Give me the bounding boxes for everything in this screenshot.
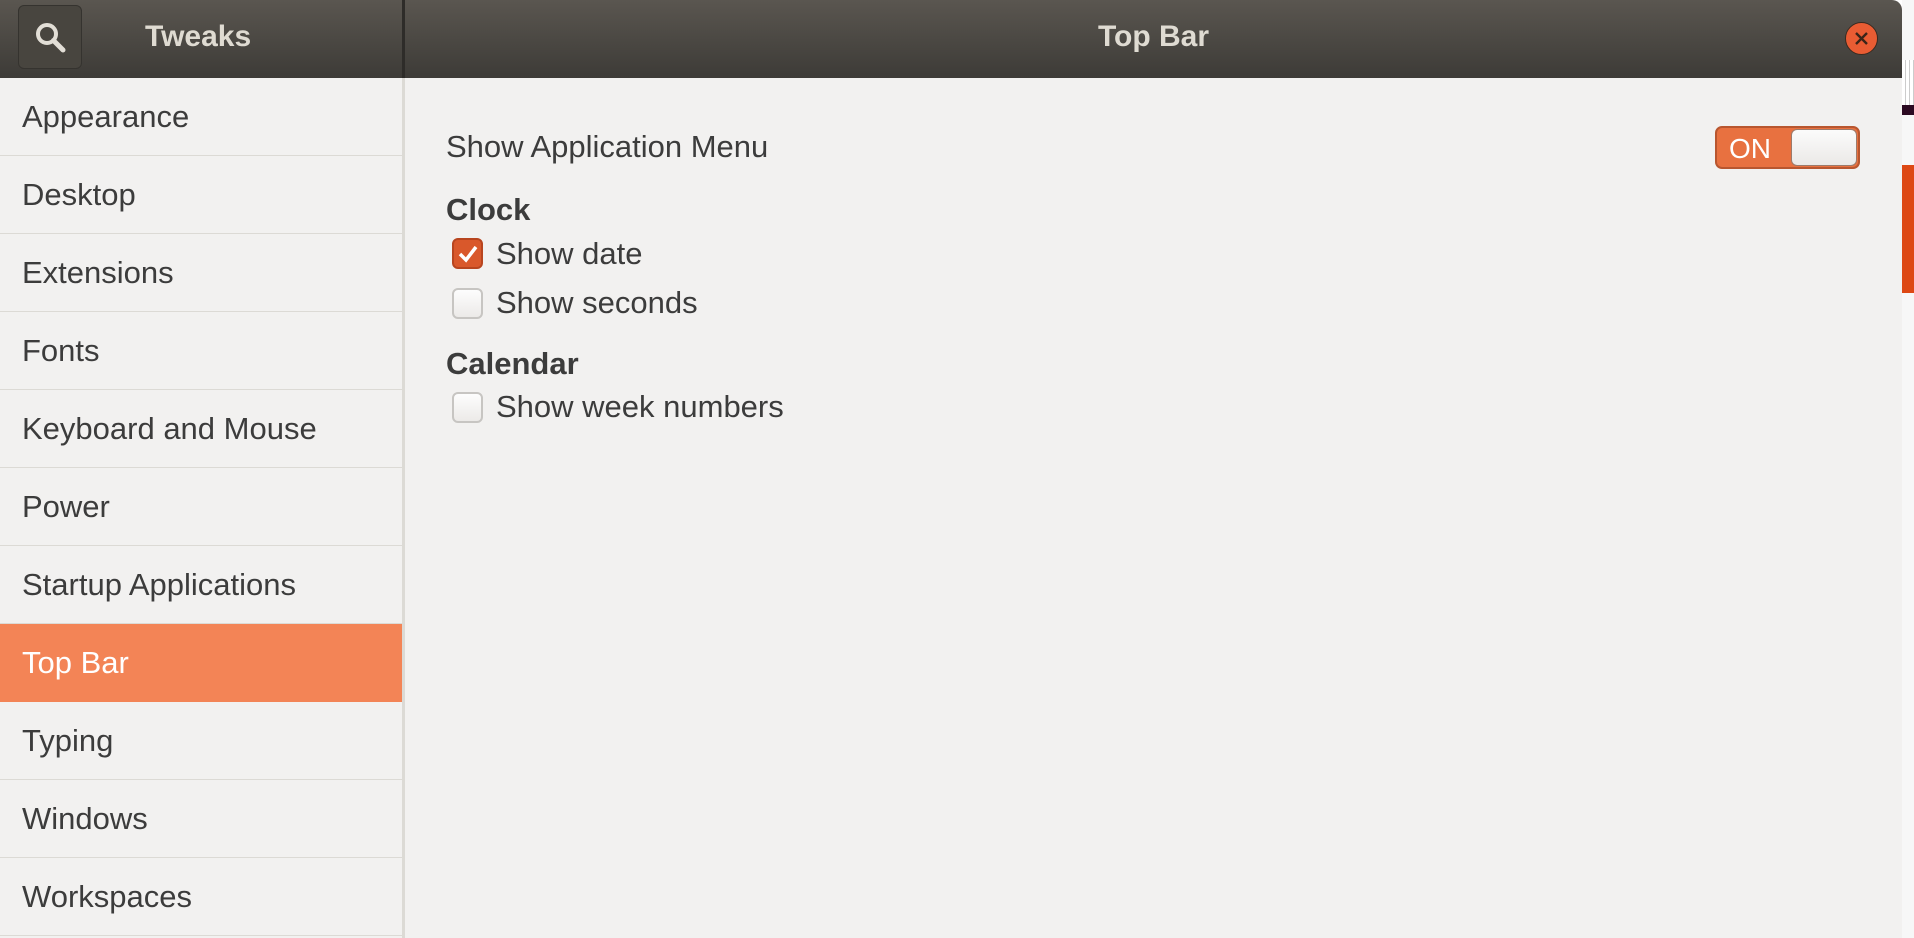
pane-divider	[402, 0, 405, 938]
sidebar-item-workspaces[interactable]: Workspaces	[0, 858, 402, 936]
checkmark-icon	[458, 245, 478, 263]
toggle-state-label: ON	[1729, 133, 1771, 164]
sidebar-item-typing[interactable]: Typing	[0, 702, 402, 780]
show-week-numbers-label[interactable]: Show week numbers	[496, 389, 784, 425]
sidebar-item-fonts[interactable]: Fonts	[0, 312, 402, 390]
show-week-numbers-checkbox[interactable]	[452, 392, 483, 423]
tweaks-window: Tweaks Top Bar Appearance Desktop Extens…	[0, 0, 1902, 938]
show-application-menu-toggle[interactable]: ON	[1715, 126, 1860, 169]
toggle-knob[interactable]	[1791, 129, 1857, 166]
show-seconds-label[interactable]: Show seconds	[496, 285, 698, 321]
sidebar-item-desktop[interactable]: Desktop	[0, 156, 402, 234]
show-date-checkbox[interactable]	[452, 238, 483, 269]
search-icon	[36, 23, 66, 53]
close-icon	[1855, 32, 1868, 45]
sidebar-header: Tweaks	[0, 0, 402, 78]
sidebar-item-startup-applications[interactable]: Startup Applications	[0, 546, 402, 624]
clock-heading: Clock	[446, 192, 531, 227]
sidebar-item-extensions[interactable]: Extensions	[0, 234, 402, 312]
desktop-background-strip	[1902, 0, 1914, 938]
sidebar-item-appearance[interactable]: Appearance	[0, 78, 402, 156]
sidebar-item-windows[interactable]: Windows	[0, 780, 402, 858]
search-button[interactable]	[18, 5, 82, 69]
sidebar-item-top-bar[interactable]: Top Bar	[0, 624, 402, 702]
close-button[interactable]	[1845, 22, 1878, 55]
page-title: Top Bar	[1097, 20, 1210, 53]
sidebar-item-power[interactable]: Power	[0, 468, 402, 546]
show-date-label[interactable]: Show date	[496, 236, 643, 272]
show-application-menu-label: Show Application Menu	[446, 129, 769, 164]
header-divider	[402, 0, 405, 78]
app-title: Tweaks	[145, 20, 252, 53]
sidebar-item-keyboard-and-mouse[interactable]: Keyboard and Mouse	[0, 390, 402, 468]
content-header: Top Bar	[405, 0, 1902, 78]
sidebar: Appearance Desktop Extensions Fonts Keyb…	[0, 78, 402, 936]
calendar-heading: Calendar	[446, 346, 579, 381]
show-seconds-checkbox[interactable]	[452, 288, 483, 319]
